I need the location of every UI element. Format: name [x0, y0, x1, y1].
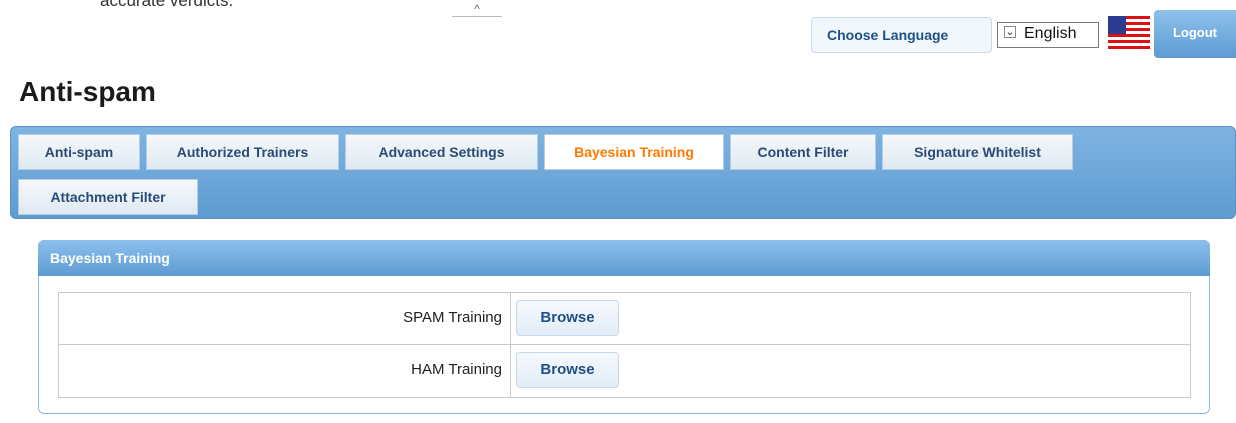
- row-divider: [58, 344, 1191, 345]
- column-divider: [510, 292, 511, 398]
- tab-attachment-filter[interactable]: Attachment Filter: [18, 179, 198, 215]
- section-title: Bayesian Training: [38, 240, 1210, 276]
- language-selected-value: English: [1024, 25, 1077, 42]
- page-title: Anti-spam: [19, 76, 156, 107]
- tab-advanced-settings[interactable]: Advanced Settings: [345, 134, 538, 170]
- collapse-toggle-icon[interactable]: ^: [452, 3, 502, 17]
- choose-language-label: Choose Language: [827, 27, 949, 43]
- ham-browse-button[interactable]: Browse: [516, 352, 619, 388]
- tab-content-filter[interactable]: Content Filter: [730, 134, 876, 170]
- training-table: [58, 292, 1191, 398]
- ham-training-label: HAM Training: [411, 361, 502, 378]
- tab-authorized-trainers[interactable]: Authorized Trainers: [146, 134, 339, 170]
- spam-browse-button[interactable]: Browse: [516, 300, 619, 336]
- logout-button[interactable]: Logout: [1154, 10, 1236, 58]
- spam-training-label: SPAM Training: [403, 309, 502, 326]
- tab-signature-whitelist[interactable]: Signature Whitelist: [882, 134, 1073, 170]
- caption-text: accurate verdicts.: [100, 0, 234, 10]
- tab-anti-spam[interactable]: Anti-spam: [18, 134, 140, 170]
- language-select[interactable]: ⌄ English: [997, 22, 1099, 48]
- chevron-down-icon: ⌄: [1004, 26, 1016, 38]
- tab-bayesian-training[interactable]: Bayesian Training: [544, 134, 724, 170]
- us-flag-icon[interactable]: [1108, 16, 1150, 52]
